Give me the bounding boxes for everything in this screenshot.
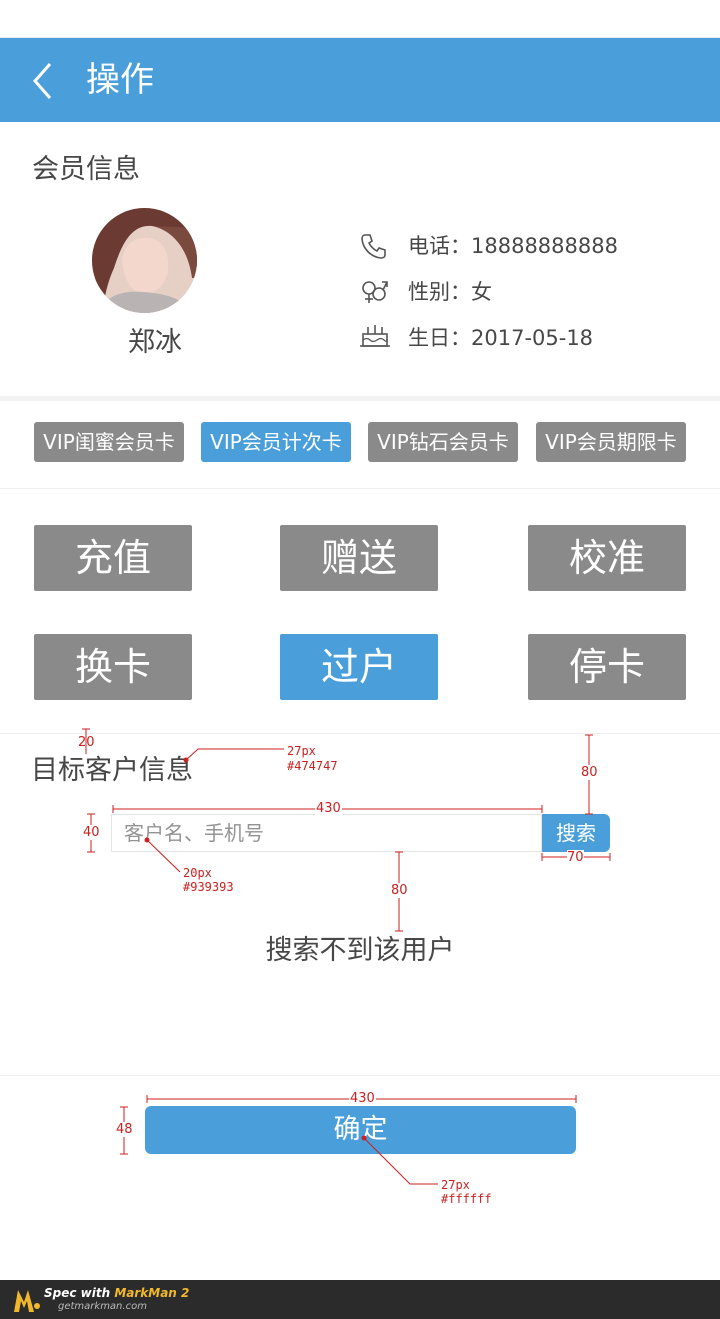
spec-label: 80 (391, 883, 408, 898)
spec-label: #474747 (287, 759, 338, 773)
spec-label: 70 (567, 850, 584, 865)
spec-label: 80 (581, 765, 598, 780)
footer-text: Spec with MarkMan 2 (44, 1286, 190, 1300)
spec-label: 430 (315, 801, 342, 816)
spec-label: 27px (441, 1178, 470, 1192)
spec-label: 20 (78, 735, 95, 750)
markman-logo-icon (12, 1286, 42, 1318)
spec-label: 430 (349, 1091, 376, 1106)
spec-label: 40 (83, 825, 100, 840)
spec-annotation-lines (82, 728, 611, 1185)
spec-label: #ffffff (441, 1192, 492, 1206)
spec-label: 48 (116, 1122, 133, 1137)
footer-url: getmarkman.com (58, 1301, 147, 1312)
spec-label: #939393 (183, 880, 234, 894)
spec-label: 20px (183, 866, 212, 880)
spec-label: 27px (287, 744, 316, 758)
